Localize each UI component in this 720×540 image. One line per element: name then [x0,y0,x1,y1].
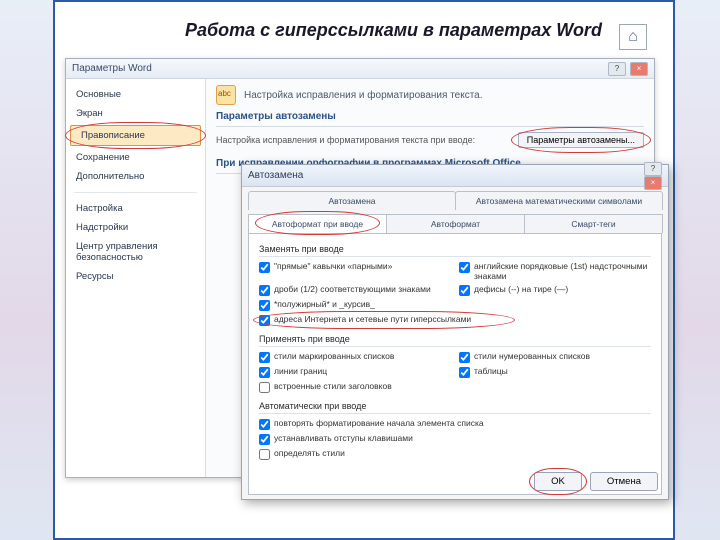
dialog-help-button[interactable]: ? [644,162,662,176]
sidebar-item-resources[interactable]: Ресурсы [66,267,205,286]
slide-frame: Работа с гиперссылками в параметрах Word… [53,0,675,540]
checkbox-option[interactable]: дроби (1/2) соответствующими знаками [259,284,451,296]
sidebar-item-proofing[interactable]: Правописание [70,125,201,146]
sidebar-item-main[interactable]: Основные [66,85,205,104]
autocorrect-title: Автозамена [248,170,303,181]
dialog-buttons: OK Отмена [534,472,658,491]
cancel-button[interactable]: Отмена [590,472,658,491]
checkbox-option[interactable]: линии границ [259,366,451,378]
section-autocorrect-title: Параметры автозамены [216,111,644,122]
autocorrect-titlebar: Автозамена ? × [242,165,668,187]
checkbox[interactable] [259,315,270,326]
main-header: Настройка исправления и форматирования т… [216,85,644,105]
sidebar-item-advanced[interactable]: Дополнительно [66,167,205,186]
word-options-titlebar: Параметры Word ? × [66,59,654,79]
checkbox-option[interactable]: адреса Интернета и сетевые пути гиперссы… [259,314,651,326]
page-title: Работа с гиперссылками в параметрах Word [185,20,602,41]
autocorrect-options-button[interactable]: Параметры автозамены... [518,132,644,148]
group2-label: Применять при вводе [259,334,651,344]
tab-autoformat-as-you-type[interactable]: Автоформат при вводе [248,214,387,233]
help-button[interactable]: ? [608,62,626,76]
sidebar-item-trust[interactable]: Центр управления безопасностью [66,237,205,267]
checkbox-option[interactable]: таблицы [459,366,651,378]
checkbox-label: повторять форматирование начала элемента… [274,418,484,428]
autoformat-panel: Заменять при вводе "прямые" кавычки «пар… [248,233,662,495]
group3-label: Автоматически при вводе [259,401,651,411]
checkbox[interactable] [259,300,270,311]
word-options-title: Параметры Word [72,63,152,74]
checkbox[interactable] [259,382,270,393]
checkbox[interactable] [259,262,270,273]
checkbox-label: стили маркированных списков [274,351,394,361]
checkbox-label: адреса Интернета и сетевые пути гиперссы… [274,314,471,324]
checkbox-label: "прямые" кавычки «парными» [274,261,392,271]
checkbox[interactable] [259,434,270,445]
tab-row-2: Автоформат при вводе Автоформат Смарт-те… [248,214,662,233]
proofing-icon [216,85,236,105]
sidebar-item-customize[interactable]: Настройка [66,199,205,218]
checkbox-label: английские порядковые (1st) надстрочными… [474,261,651,281]
checkbox-label: определять стили [274,448,345,458]
checkbox-label: устанавливать отступы клавишами [274,433,413,443]
checkbox[interactable] [259,367,270,378]
checkbox-label: *полужирный* и _курсив_ [274,299,375,309]
checkbox[interactable] [459,262,470,273]
tab-autocorrect[interactable]: Автозамена [248,191,456,210]
close-button[interactable]: × [630,62,648,76]
checkbox-option[interactable]: повторять форматирование начала элемента… [259,418,651,430]
checkbox-option[interactable]: встроенные стили заголовков [259,381,451,393]
options-sidebar: Основные Экран Правописание Сохранение Д… [66,79,206,477]
sidebar-item-display[interactable]: Экран [66,104,205,123]
checkbox-option[interactable]: английские порядковые (1st) надстрочными… [459,261,651,281]
checkbox[interactable] [459,285,470,296]
checkbox-option[interactable]: стили маркированных списков [259,351,451,363]
checkbox-option[interactable]: дефисы (--) на тире (—) [459,284,651,296]
checkbox[interactable] [259,449,270,460]
main-header-text: Настройка исправления и форматирования т… [244,90,483,101]
checkbox[interactable] [459,352,470,363]
ok-button[interactable]: OK [534,472,582,491]
checkbox-option[interactable]: устанавливать отступы клавишами [259,433,651,445]
checkbox[interactable] [459,367,470,378]
checkbox-label: стили нумерованных списков [474,351,590,361]
checkbox-label: дефисы (--) на тире (—) [474,284,568,294]
checkbox-option[interactable]: *полужирный* и _курсив_ [259,299,451,311]
autocorrect-desc: Настройка исправления и форматирования т… [216,135,475,145]
sidebar-item-addins[interactable]: Надстройки [66,218,205,237]
checkbox-label: линии границ [274,366,327,376]
tab-smart-tags[interactable]: Смарт-теги [524,214,663,233]
home-icon[interactable]: ⌂ [619,24,647,50]
autocorrect-dialog: Автозамена ? × Автозамена Автозамена мат… [241,164,669,500]
checkbox-label: дроби (1/2) соответствующими знаками [274,284,431,294]
checkbox[interactable] [259,352,270,363]
tab-autoformat[interactable]: Автоформат [386,214,525,233]
checkbox-option[interactable]: стили нумерованных списков [459,351,651,363]
tab-math-autocorrect[interactable]: Автозамена математическими символами [455,191,663,210]
window-controls: ? × [608,62,648,76]
tab-row-1: Автозамена Автозамена математическими си… [248,191,662,210]
checkbox-option[interactable]: "прямые" кавычки «парными» [259,261,451,281]
sidebar-item-save[interactable]: Сохранение [66,148,205,167]
checkbox[interactable] [259,419,270,430]
checkbox-label: встроенные стили заголовков [274,381,392,391]
group1-label: Заменять при вводе [259,244,651,254]
dialog-close-button[interactable]: × [644,176,662,190]
checkbox[interactable] [259,285,270,296]
checkbox-label: таблицы [474,366,508,376]
checkbox-option[interactable]: определять стили [259,448,651,460]
